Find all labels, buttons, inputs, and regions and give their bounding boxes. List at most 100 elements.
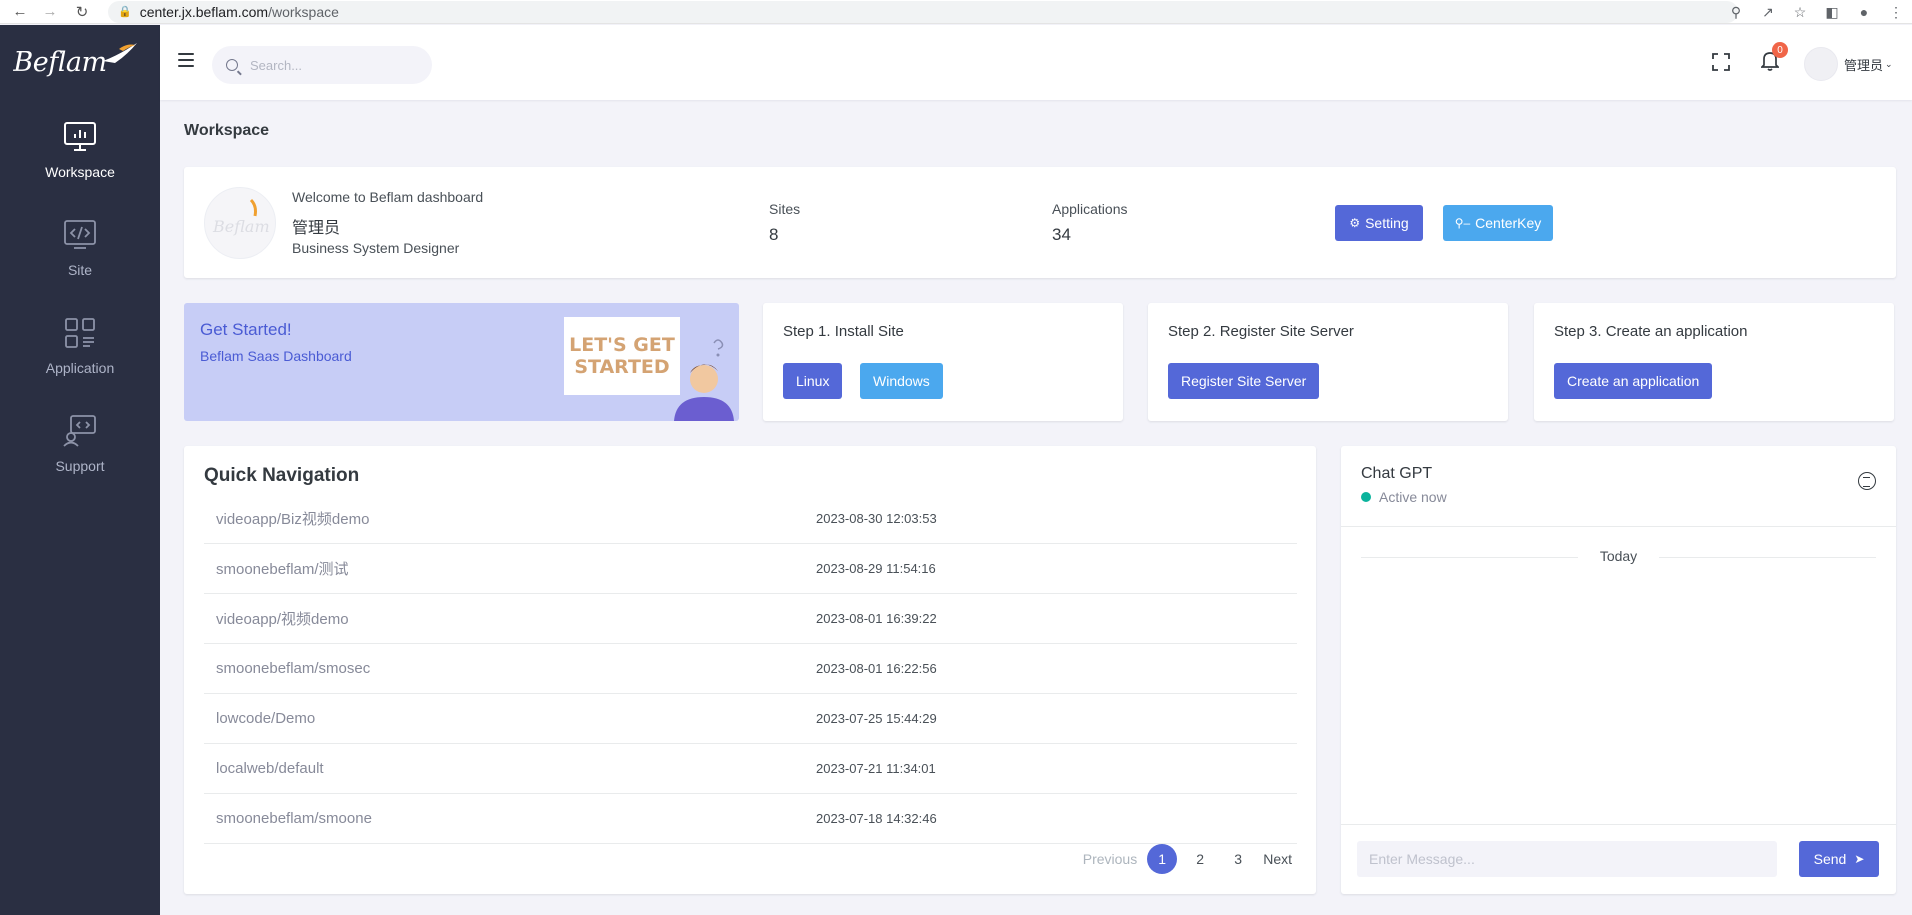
browser-toolbar: ← → ↻ 🔒 center.jx.beflam.com/workspace ⚲… [0,0,1912,24]
chat-day-separator: Today [1341,548,1896,564]
apps-grid-icon [65,317,95,348]
pagination-previous[interactable]: Previous [1083,851,1137,867]
windows-button[interactable]: Windows [860,363,943,399]
send-button-label: Send [1813,851,1847,867]
reload-icon[interactable]: ↻ [72,2,92,22]
more-icon[interactable]: ⋮ [1880,4,1912,21]
register-site-server-button[interactable]: Register Site Server [1168,363,1320,399]
fullscreen-icon[interactable] [1712,53,1730,71]
search-box[interactable] [212,46,432,84]
nav-item-time: 2023-07-21 11:34:01 [816,761,936,776]
chat-title: Chat GPT [1361,465,1433,482]
nav-item-name[interactable]: smoonebeflam/smoone [204,810,816,827]
centerkey-button-label: CenterKey [1475,215,1542,231]
logo-swoosh-icon [102,42,137,63]
chat-message-input[interactable] [1357,841,1777,877]
nav-item-name[interactable]: smoonebeflam/测试 [204,558,816,579]
applications-label: Applications [1052,201,1128,217]
svg-text:Beflam: Beflam [212,217,270,236]
page-title: Workspace [184,122,270,139]
step-2-title: Step 2. Register Site Server [1168,323,1354,340]
topbar: 0 管理员 ⌄ [160,25,1912,100]
profile-avatar: Beflam [204,187,276,259]
step-3-title: Step 3. Create an application [1554,323,1748,340]
chat-day-label: Today [1577,548,1660,564]
pagination-page-2[interactable]: 2 [1185,844,1215,874]
user-name: 管理员 [1844,57,1884,73]
online-dot-icon [1361,492,1371,502]
list-item[interactable]: videoapp/Biz视频demo 2023-08-30 12:03:53 [204,494,1297,544]
nav-item-name[interactable]: smoonebeflam/smosec [204,660,816,677]
nav-item-time: 2023-07-25 15:44:29 [816,711,937,726]
gear-icon: ⚙ [1349,216,1361,230]
nav-item-name[interactable]: videoapp/视频demo [204,608,816,629]
notification-badge: 0 [1772,42,1788,58]
support-screen-icon [63,414,96,447]
nav-item-name[interactable]: localweb/default [204,760,816,777]
avatar-logo-icon: Beflam [212,198,270,236]
lock-icon: 🔒 [118,6,132,18]
chat-status: Active now [1361,489,1447,505]
url-host: center.jx.beflam.com [139,3,269,20]
sites-label: Sites [769,201,801,217]
sidebar-item-support[interactable]: Support [0,394,160,492]
list-item[interactable]: smoonebeflam/测试 2023-08-29 11:54:16 [204,544,1297,594]
pagination-page-3[interactable]: 3 [1223,844,1253,874]
address-bar[interactable]: 🔒 center.jx.beflam.com/workspace [108,0,1738,23]
sidebar-item-workspace[interactable]: Workspace [0,100,160,198]
list-item[interactable]: videoapp/视频demo 2023-08-01 16:39:22 [204,594,1297,644]
quick-navigation-list: videoapp/Biz视频demo 2023-08-30 12:03:53 s… [204,494,1297,844]
get-started-title: Get Started! [200,320,292,339]
divider [1341,824,1896,825]
list-item[interactable]: localweb/default 2023-07-21 11:34:01 [204,744,1297,794]
create-application-button[interactable]: Create an application [1554,363,1713,399]
setting-button[interactable]: ⚙ Setting [1335,205,1423,241]
step-1-card: Step 1. Install Site Linux Windows [763,303,1123,421]
sidebar-item-site[interactable]: Site [0,198,160,296]
nav-item-name[interactable]: lowcode/Demo [204,710,816,727]
menu-toggle-icon[interactable] [178,53,194,67]
pagination: Previous 1 2 3 Next [1083,844,1292,874]
logo[interactable]: Beflam [0,25,160,100]
search-input[interactable] [250,57,420,73]
forward-icon[interactable]: → [40,2,60,22]
pagination-next[interactable]: Next [1263,851,1292,867]
sidebar-item-label: Application [45,359,115,376]
avatar [1804,47,1838,81]
welcome-text: Welcome to Beflam dashboard [292,189,484,205]
sidebar-item-application[interactable]: Application [0,296,160,394]
illustration-text-1: LET'S GET [569,334,675,356]
user-menu[interactable]: 管理员 ⌄ [1804,47,1893,81]
key-icon: ⚲– [1454,216,1471,230]
sidebar: Beflam Workspace Site Application Suppor… [0,25,160,915]
chat-options-icon[interactable] [1858,472,1876,490]
setting-button-label: Setting [1365,215,1409,231]
url-path: /workspace [268,3,339,20]
search-icon [226,59,238,71]
chat-status-text: Active now [1379,489,1447,505]
code-window-icon [64,219,96,249]
list-item[interactable]: smoonebeflam/smoone 2023-07-18 14:32:46 [204,794,1297,844]
applications-value: 34 [1052,225,1071,244]
list-item[interactable]: smoonebeflam/smosec 2023-08-01 16:22:56 [204,644,1297,694]
get-started-subtitle[interactable]: Beflam Saas Dashboard [200,348,352,364]
list-item[interactable]: lowcode/Demo 2023-07-25 15:44:29 [204,694,1297,744]
key-icon[interactable]: ⚲ [1720,4,1752,21]
share-icon[interactable]: ↗ [1752,4,1784,21]
nav-item-name[interactable]: videoapp/Biz视频demo [204,508,816,529]
nav-item-time: 2023-08-29 11:54:16 [816,561,936,576]
profile-icon[interactable]: ● [1848,4,1880,20]
lets-get-started-illustration: LET'S GET STARTED [564,317,734,421]
nav-item-time: 2023-08-01 16:22:56 [816,661,937,676]
illustration-text-2: STARTED [574,356,669,378]
send-button[interactable]: Send ➤ [1799,841,1879,877]
logo-text: Beflam [13,47,107,78]
sidebar-item-label: Support [55,457,105,474]
quick-navigation-title: Quick Navigation [204,465,360,486]
linux-button[interactable]: Linux [783,363,843,399]
sidepanel-icon[interactable]: ◧ [1816,4,1848,21]
pagination-page-1[interactable]: 1 [1147,844,1178,874]
back-icon[interactable]: ← [10,2,30,22]
star-icon[interactable]: ☆ [1784,4,1816,21]
centerkey-button[interactable]: ⚲– CenterKey [1443,205,1553,241]
